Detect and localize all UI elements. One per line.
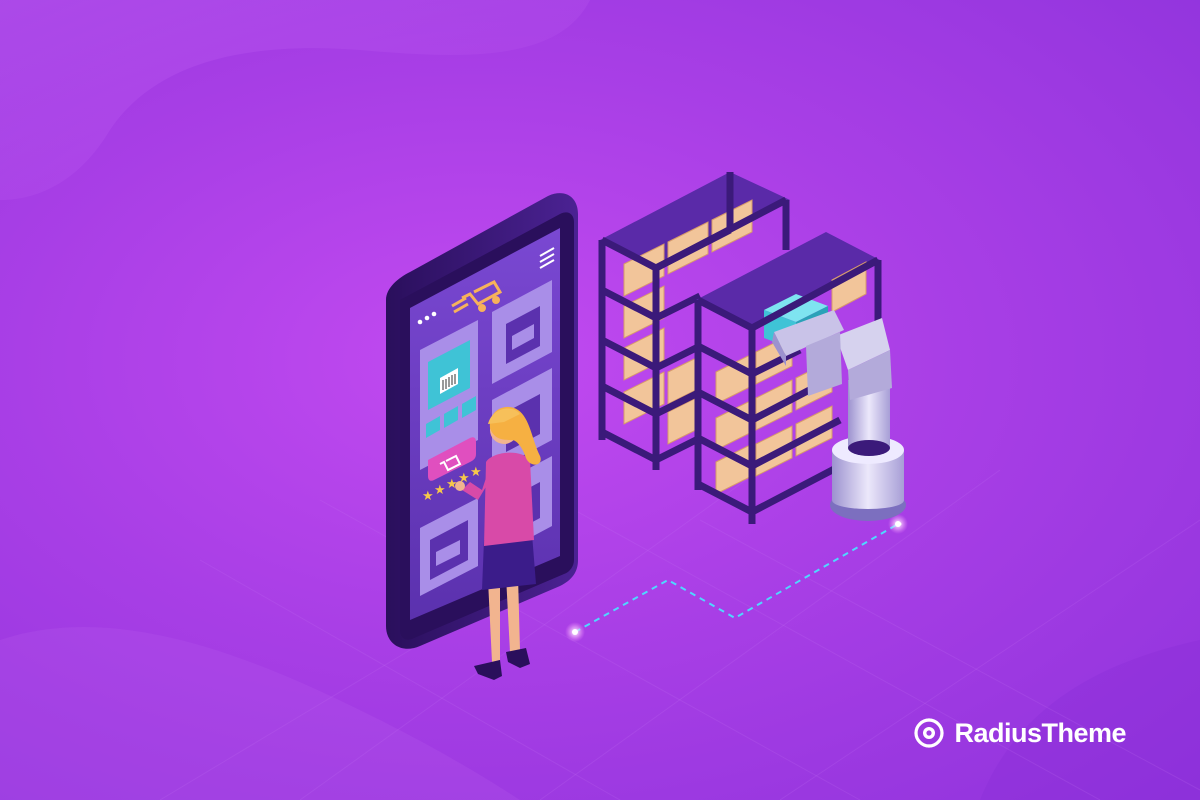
star-icon: ★ [434,483,446,498]
radius-swirl-icon [914,718,945,748]
illustration-scene: ★ ★ ★ ★ ★ RadiusTheme [0,0,1200,800]
star-icon: ★ [470,465,482,480]
warehouse-ecommerce-illustration: ★ ★ ★ ★ ★ [0,0,1200,800]
brand-logo: RadiusTheme [912,716,1126,750]
smartphone: ★ ★ ★ ★ ★ [386,193,578,649]
sparkles [898,522,902,526]
star-icon: ★ [422,489,434,504]
brand-name: RadiusTheme [954,717,1126,748]
background-blob-bottom [0,627,520,800]
background-blob [0,0,590,200]
